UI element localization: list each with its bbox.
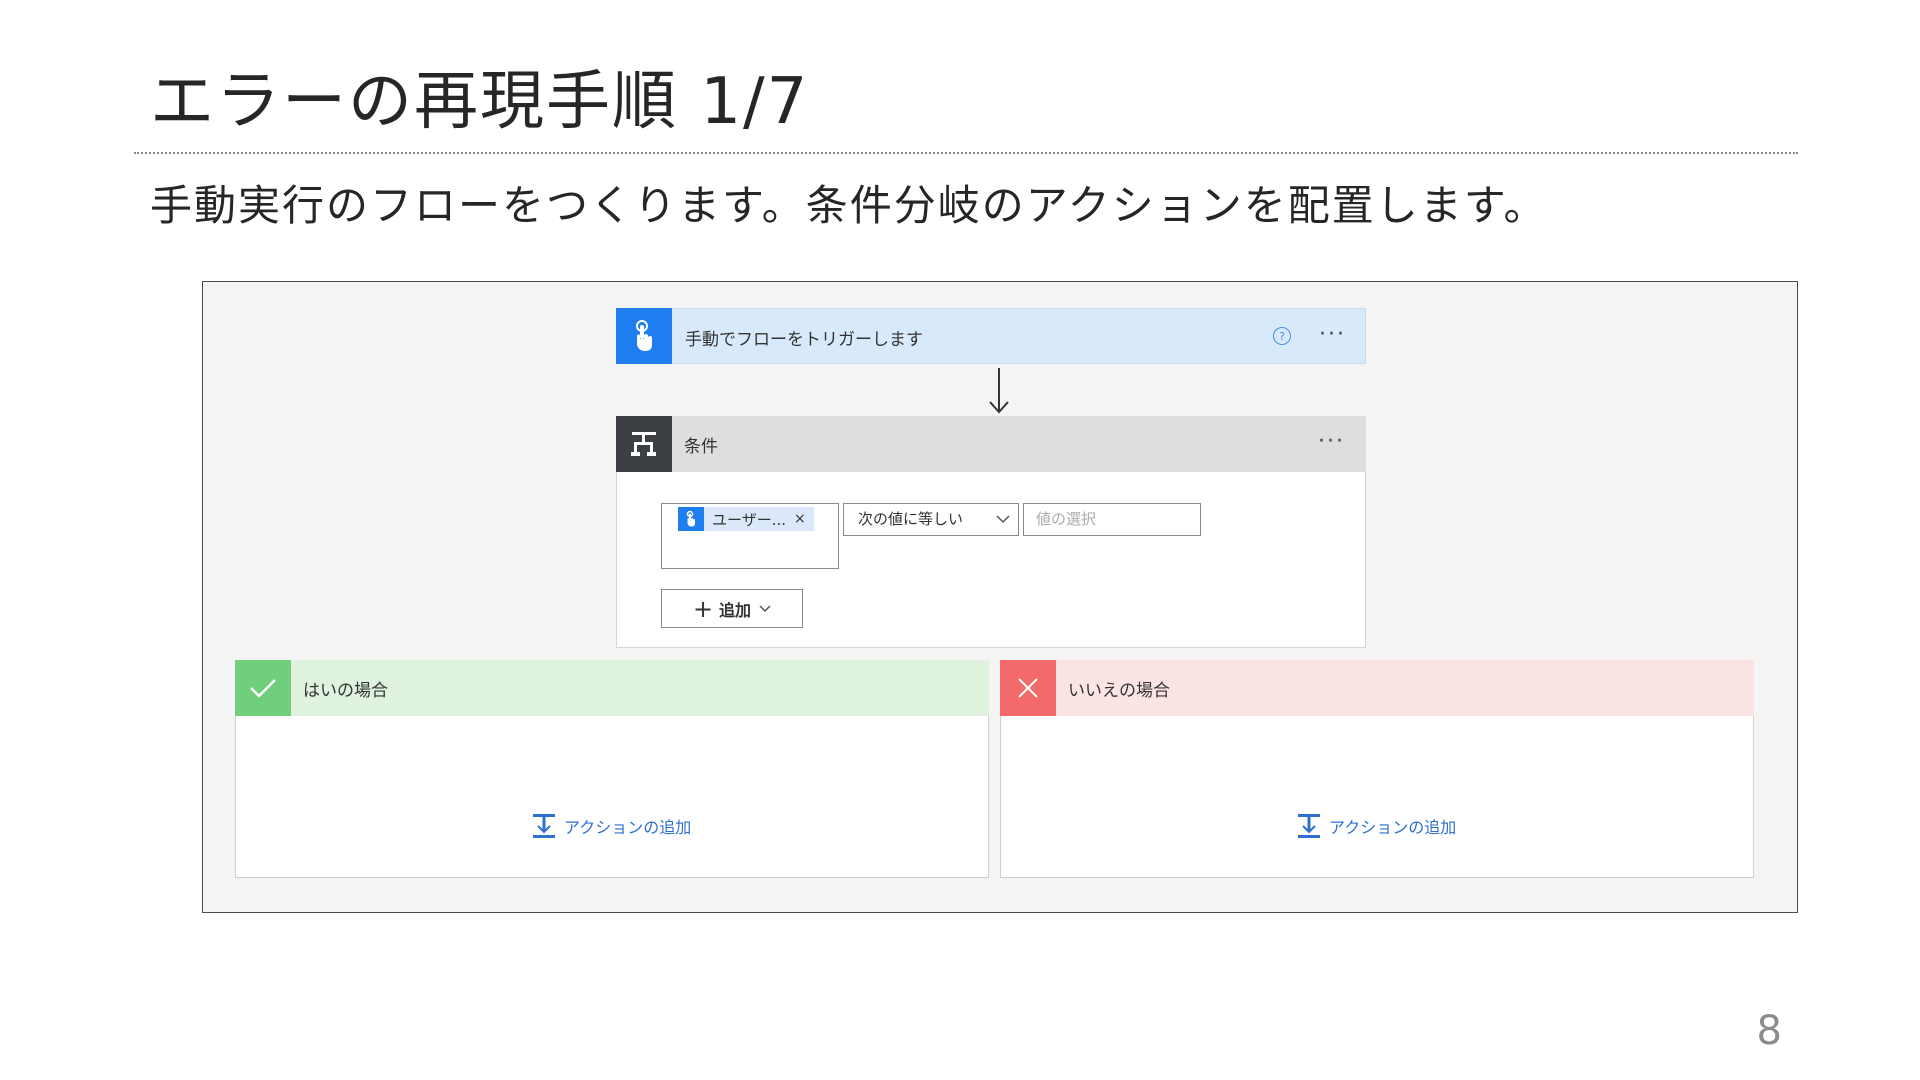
yes-add-action-link[interactable]: アクションの追加 — [532, 813, 691, 839]
left-operand-field[interactable]: ユーザー... × — [661, 503, 839, 569]
add-button-label: 追加 — [719, 600, 752, 620]
token-icon-box — [678, 507, 704, 531]
no-add-action-link[interactable]: アクションの追加 — [1297, 813, 1456, 839]
no-icon-box — [1000, 660, 1056, 716]
dynamic-content-token[interactable]: ユーザー... × — [678, 507, 814, 531]
chevron-down-icon — [759, 604, 771, 612]
yes-branch-header[interactable]: はいの場合 — [235, 660, 989, 716]
condition-more-icon[interactable]: ··· — [1318, 431, 1345, 453]
no-branch-header[interactable]: いいえの場合 — [1000, 660, 1754, 716]
trigger-more-icon[interactable]: ··· — [1319, 324, 1346, 346]
check-icon — [250, 679, 276, 698]
no-branch-title: いいえの場合 — [1068, 681, 1170, 701]
trigger-icon-box — [616, 308, 672, 364]
yes-icon-box — [235, 660, 291, 716]
chevron-down-icon — [996, 515, 1010, 524]
flow-screenshot: 手動でフローをトリガーします ? ··· 条件 ··· ユーザー... × 次の… — [202, 281, 1798, 913]
condition-card: 条件 ··· ユーザー... × 次の値に等しい 値の選択 + 追加 — [616, 416, 1366, 648]
help-icon[interactable]: ? — [1273, 327, 1291, 345]
value-input[interactable]: 値の選択 — [1023, 503, 1201, 536]
add-action-icon — [533, 814, 555, 838]
condition-title: 条件 — [684, 437, 718, 457]
trigger-title: 手動でフローをトリガーします — [685, 330, 923, 350]
condition-icon-box — [616, 416, 672, 472]
yes-branch-card: はいの場合 アクションの追加 — [235, 660, 989, 878]
token-remove-icon[interactable]: × — [794, 511, 806, 527]
slide-description: 手動実行のフローをつくります。条件分岐のアクションを配置します。 — [150, 181, 1548, 230]
operator-label: 次の値に等しい — [858, 510, 964, 528]
add-button[interactable]: + 追加 — [661, 589, 803, 628]
title-divider — [134, 152, 1798, 154]
slide-title: エラーの再現手順 1/7 — [150, 65, 810, 139]
trigger-card[interactable]: 手動でフローをトリガーします ? ··· — [616, 308, 1366, 364]
close-icon — [1018, 678, 1038, 698]
page-number: 8 — [1756, 1008, 1782, 1054]
yes-add-action-label: アクションの追加 — [564, 818, 692, 837]
no-add-action-label: アクションの追加 — [1329, 818, 1457, 837]
condition-icon — [631, 432, 656, 456]
condition-header[interactable]: 条件 ··· — [616, 416, 1366, 472]
no-branch-card: いいえの場合 アクションの追加 — [1000, 660, 1754, 878]
plus-icon: + — [692, 594, 714, 623]
yes-branch-title: はいの場合 — [303, 681, 388, 701]
hand-touch-icon — [636, 320, 652, 351]
token-label: ユーザー... — [712, 510, 787, 529]
hand-touch-icon — [686, 510, 695, 527]
add-action-icon — [1298, 814, 1320, 838]
down-arrow-icon — [989, 368, 1009, 414]
operator-select[interactable]: 次の値に等しい — [843, 503, 1019, 536]
